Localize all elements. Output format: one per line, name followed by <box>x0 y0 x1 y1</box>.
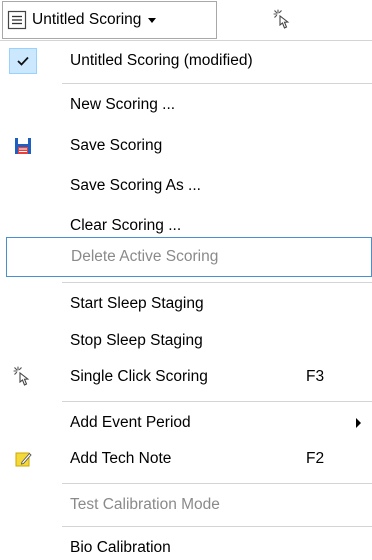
menu-item-add-event-period[interactable]: Add Event Period <box>0 404 372 442</box>
menu-item-label: Bio Calibration <box>70 539 171 556</box>
toolbar-divider <box>0 40 372 41</box>
menu-separator <box>62 282 372 283</box>
menu-item-label: Untitled Scoring (modified) <box>70 52 253 69</box>
check-indicator <box>9 48 37 74</box>
menu-item-current-scoring[interactable]: Untitled Scoring (modified) <box>0 42 372 80</box>
menu-item-label: Save Scoring <box>70 137 163 154</box>
menu-item-start-sleep-staging[interactable]: Start Sleep Staging <box>0 285 372 323</box>
floppy-disk-icon <box>15 138 31 154</box>
menu-item-label: Start Sleep Staging <box>70 295 204 312</box>
menu-separator <box>62 83 372 84</box>
menu-item-label: Add Event Period <box>70 414 191 431</box>
menu-item-label: Save Scoring As ... <box>70 177 201 194</box>
scoring-dropdown[interactable]: Untitled Scoring <box>2 1 217 39</box>
menu-item-save-scoring[interactable]: Save Scoring <box>0 127 372 165</box>
shortcut-label: F2 <box>306 450 325 467</box>
menu-item-single-click-scoring[interactable]: Single Click Scoring F3 <box>0 358 372 396</box>
menu-item-label: Delete Active Scoring <box>71 248 219 265</box>
menu-separator <box>62 526 372 527</box>
menu-item-label: Add Tech Note <box>70 450 172 467</box>
menu-item-delete-active-scoring[interactable]: Delete Active Scoring <box>6 237 372 277</box>
scoring-menu-screen: Untitled Scoring Untitled Scoring (modif… <box>0 0 372 560</box>
list-icon <box>7 10 27 30</box>
chevron-right-icon <box>356 418 361 428</box>
toolbar: Untitled Scoring <box>0 0 372 42</box>
menu-item-label: Clear Scoring ... <box>70 217 182 234</box>
scoring-dropdown-label: Untitled Scoring <box>32 11 142 28</box>
scoring-context-menu: Untitled Scoring (modified) New Scoring … <box>0 42 372 560</box>
hand-pointer-click-icon[interactable] <box>272 8 296 32</box>
menu-item-label: Single Click Scoring <box>70 368 208 385</box>
menu-item-bio-calibration[interactable]: Bio Calibration <box>0 529 372 560</box>
menu-item-label: Test Calibration Mode <box>70 496 220 513</box>
menu-item-test-calibration-mode: Test Calibration Mode <box>0 486 372 524</box>
checkmark-icon <box>17 56 29 66</box>
chevron-down-icon <box>148 17 157 23</box>
menu-item-new-scoring[interactable]: New Scoring ... <box>0 86 372 124</box>
menu-item-add-tech-note[interactable]: Add Tech Note F2 <box>0 440 372 478</box>
menu-item-label: New Scoring ... <box>70 96 176 113</box>
menu-item-stop-sleep-staging[interactable]: Stop Sleep Staging <box>0 322 372 360</box>
note-pencil-icon <box>15 452 32 467</box>
shortcut-label: F3 <box>306 368 325 385</box>
menu-item-label: Stop Sleep Staging <box>70 332 203 349</box>
hand-pointer-click-icon <box>13 366 30 386</box>
menu-separator <box>62 483 372 484</box>
menu-item-save-scoring-as[interactable]: Save Scoring As ... <box>0 167 372 205</box>
menu-separator <box>62 401 372 402</box>
